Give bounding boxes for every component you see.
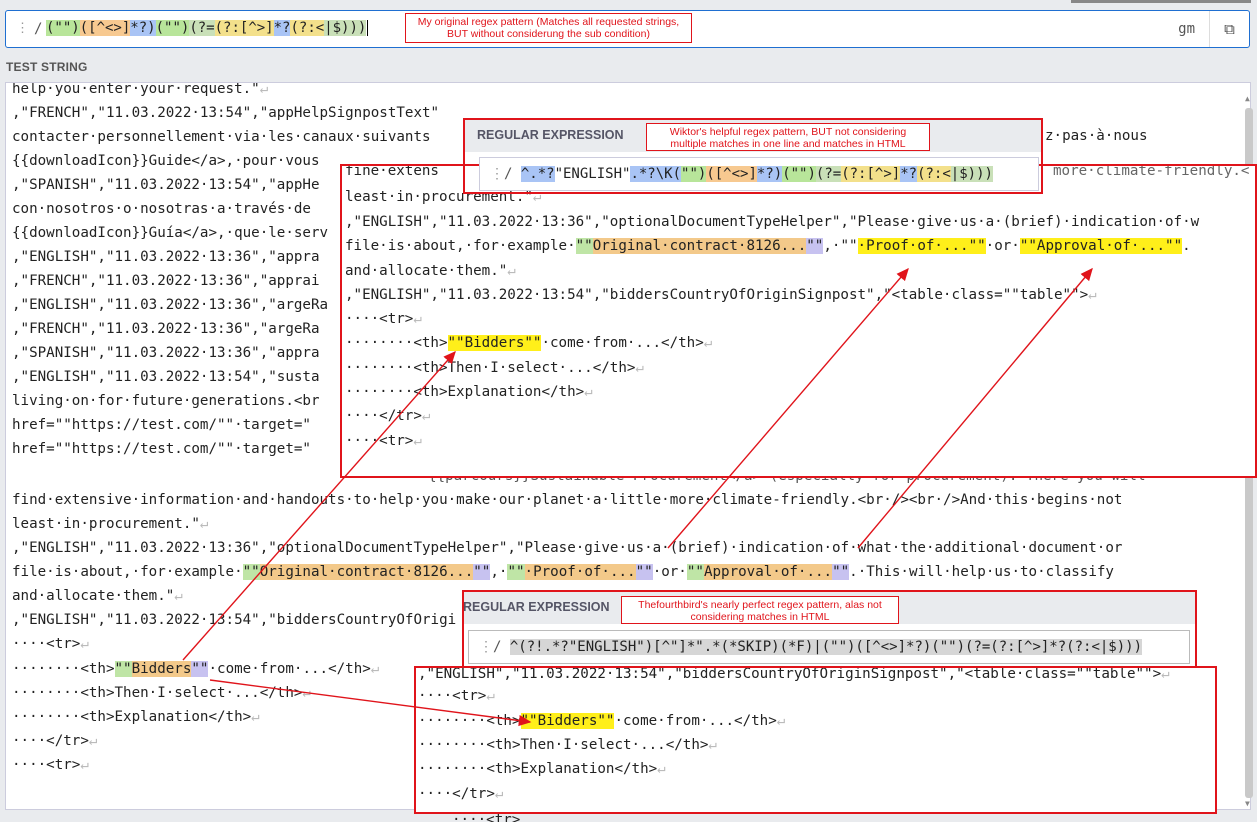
editor-line: find·extensive·information·and·handouts·… [12,492,1123,508]
pattern-token: ("") [46,20,80,36]
editor-line: {{downloadIcon}}Guide</a>,·pour·vous [12,153,320,169]
annotation-note-original: My original regex pattern (Matches all r… [405,13,692,43]
editor-line: ········<th>Explanation</th>↵ [12,709,260,725]
regex-pattern[interactable]: ("")([^<>]*?)("")(?=(?:[^>]*?(?:<|$)))​ [46,20,369,36]
editor-line: ····<tr>↵ [12,636,89,652]
pattern-token: *?) [130,20,156,36]
text-cursor: ​ [367,20,369,36]
drag-grip-icon[interactable]: ⋮ [16,21,29,36]
pattern-token: |$))) [324,20,367,36]
scroll-up-icon[interactable]: ▲ [1245,94,1250,103]
editor-line: con·nosotros·o·nosotras·a·través·de [12,201,311,217]
regex-delimiter: / [34,21,43,37]
editor-line: ,"ENGLISH","11.03.2022·13:36","optionalD… [12,540,1123,556]
pattern-token: (?:[^>] [214,20,274,36]
editor-line: ····</tr>↵ [12,733,98,749]
editor-line: ,"ENGLISH","11.03.2022·13:36","argeRa [12,297,329,313]
match-original-contract: Original·contract·8126... [259,564,474,580]
annotation-note-fourthbird: Thefourthbird's nearly perfect regex pat… [621,596,899,624]
pattern-token: (?:< [290,20,325,36]
pattern-token: ("") [155,20,190,36]
scroll-down-icon[interactable]: ▼ [1245,799,1250,808]
window-top-edge [1071,0,1251,3]
editor-line: href=""https://test.com/""·target=" [12,417,311,433]
editor-line: ········<th>""Bidders""·come·from·...</t… [12,661,380,677]
editor-line: ,"ENGLISH","11.03.2022·13:36","appra [12,249,320,265]
editor-line: and·allocate·them."↵ [12,588,183,604]
editor-line: ,"FRENCH","11.03.2022·13:36","argeRa [12,321,320,337]
editor-line: contacter·personnellement·via·les·canaux… [12,129,431,145]
editor-line: least·in·procurement."↵ [12,516,209,532]
editor-line: ,"SPANISH","11.03.2022·13:36","appra [12,345,320,361]
annotation-note-wiktor: Wiktor's helpful regex pattern, BUT not … [646,123,930,151]
editor-line: ········<th>Then·I·select·...</th>↵ [12,685,311,701]
editor-line: help·you·enter·your·request."↵ [12,82,269,97]
editor-line: ,"ENGLISH","11.03.2022·13:54","biddersCo… [12,612,457,628]
pattern-token: *? [273,20,291,36]
editor-line: living·on·for·future·generations.<br [12,393,320,409]
match-bidders: Bidders [131,661,192,677]
pattern-token: ([^<>] [79,20,131,36]
match-approval-of: Approval·of·... [703,564,833,580]
bg-fragment: z·pas·à·nous [1045,128,1148,144]
editor-line: ,"FRENCH","11.03.2022·13:36","apprai [12,273,320,289]
panel-line: ····<tr> [452,812,521,822]
editor-line: href=""https://test.com/""·target=" [12,441,311,457]
editor-line: file·is·about,·for·example·""Original·co… [12,564,1114,580]
copy-icon[interactable]: ⧉ [1209,11,1249,47]
match-proof-of: ·Proof·of·... [524,564,636,580]
editor-line: ····<tr>↵ [12,757,89,773]
editor-line: ,"ENGLISH","11.03.2022·13:54","susta [12,369,320,385]
annotation-box-wiktor-result [340,164,1257,478]
regex-flags[interactable]: gm [1178,21,1195,37]
editor-line: ,"SPANISH","11.03.2022·13:54","appHe [12,177,320,193]
test-string-label: TEST STRING [6,60,88,74]
editor-line: {{downloadIcon}}Guía</a>,·que·le·serv [12,225,329,241]
editor-line: ,"FRENCH","11.03.2022·13:54","appHelpSig… [12,105,440,121]
pattern-token: (?= [189,20,215,36]
annotation-box-fourthbird-result [414,666,1217,814]
